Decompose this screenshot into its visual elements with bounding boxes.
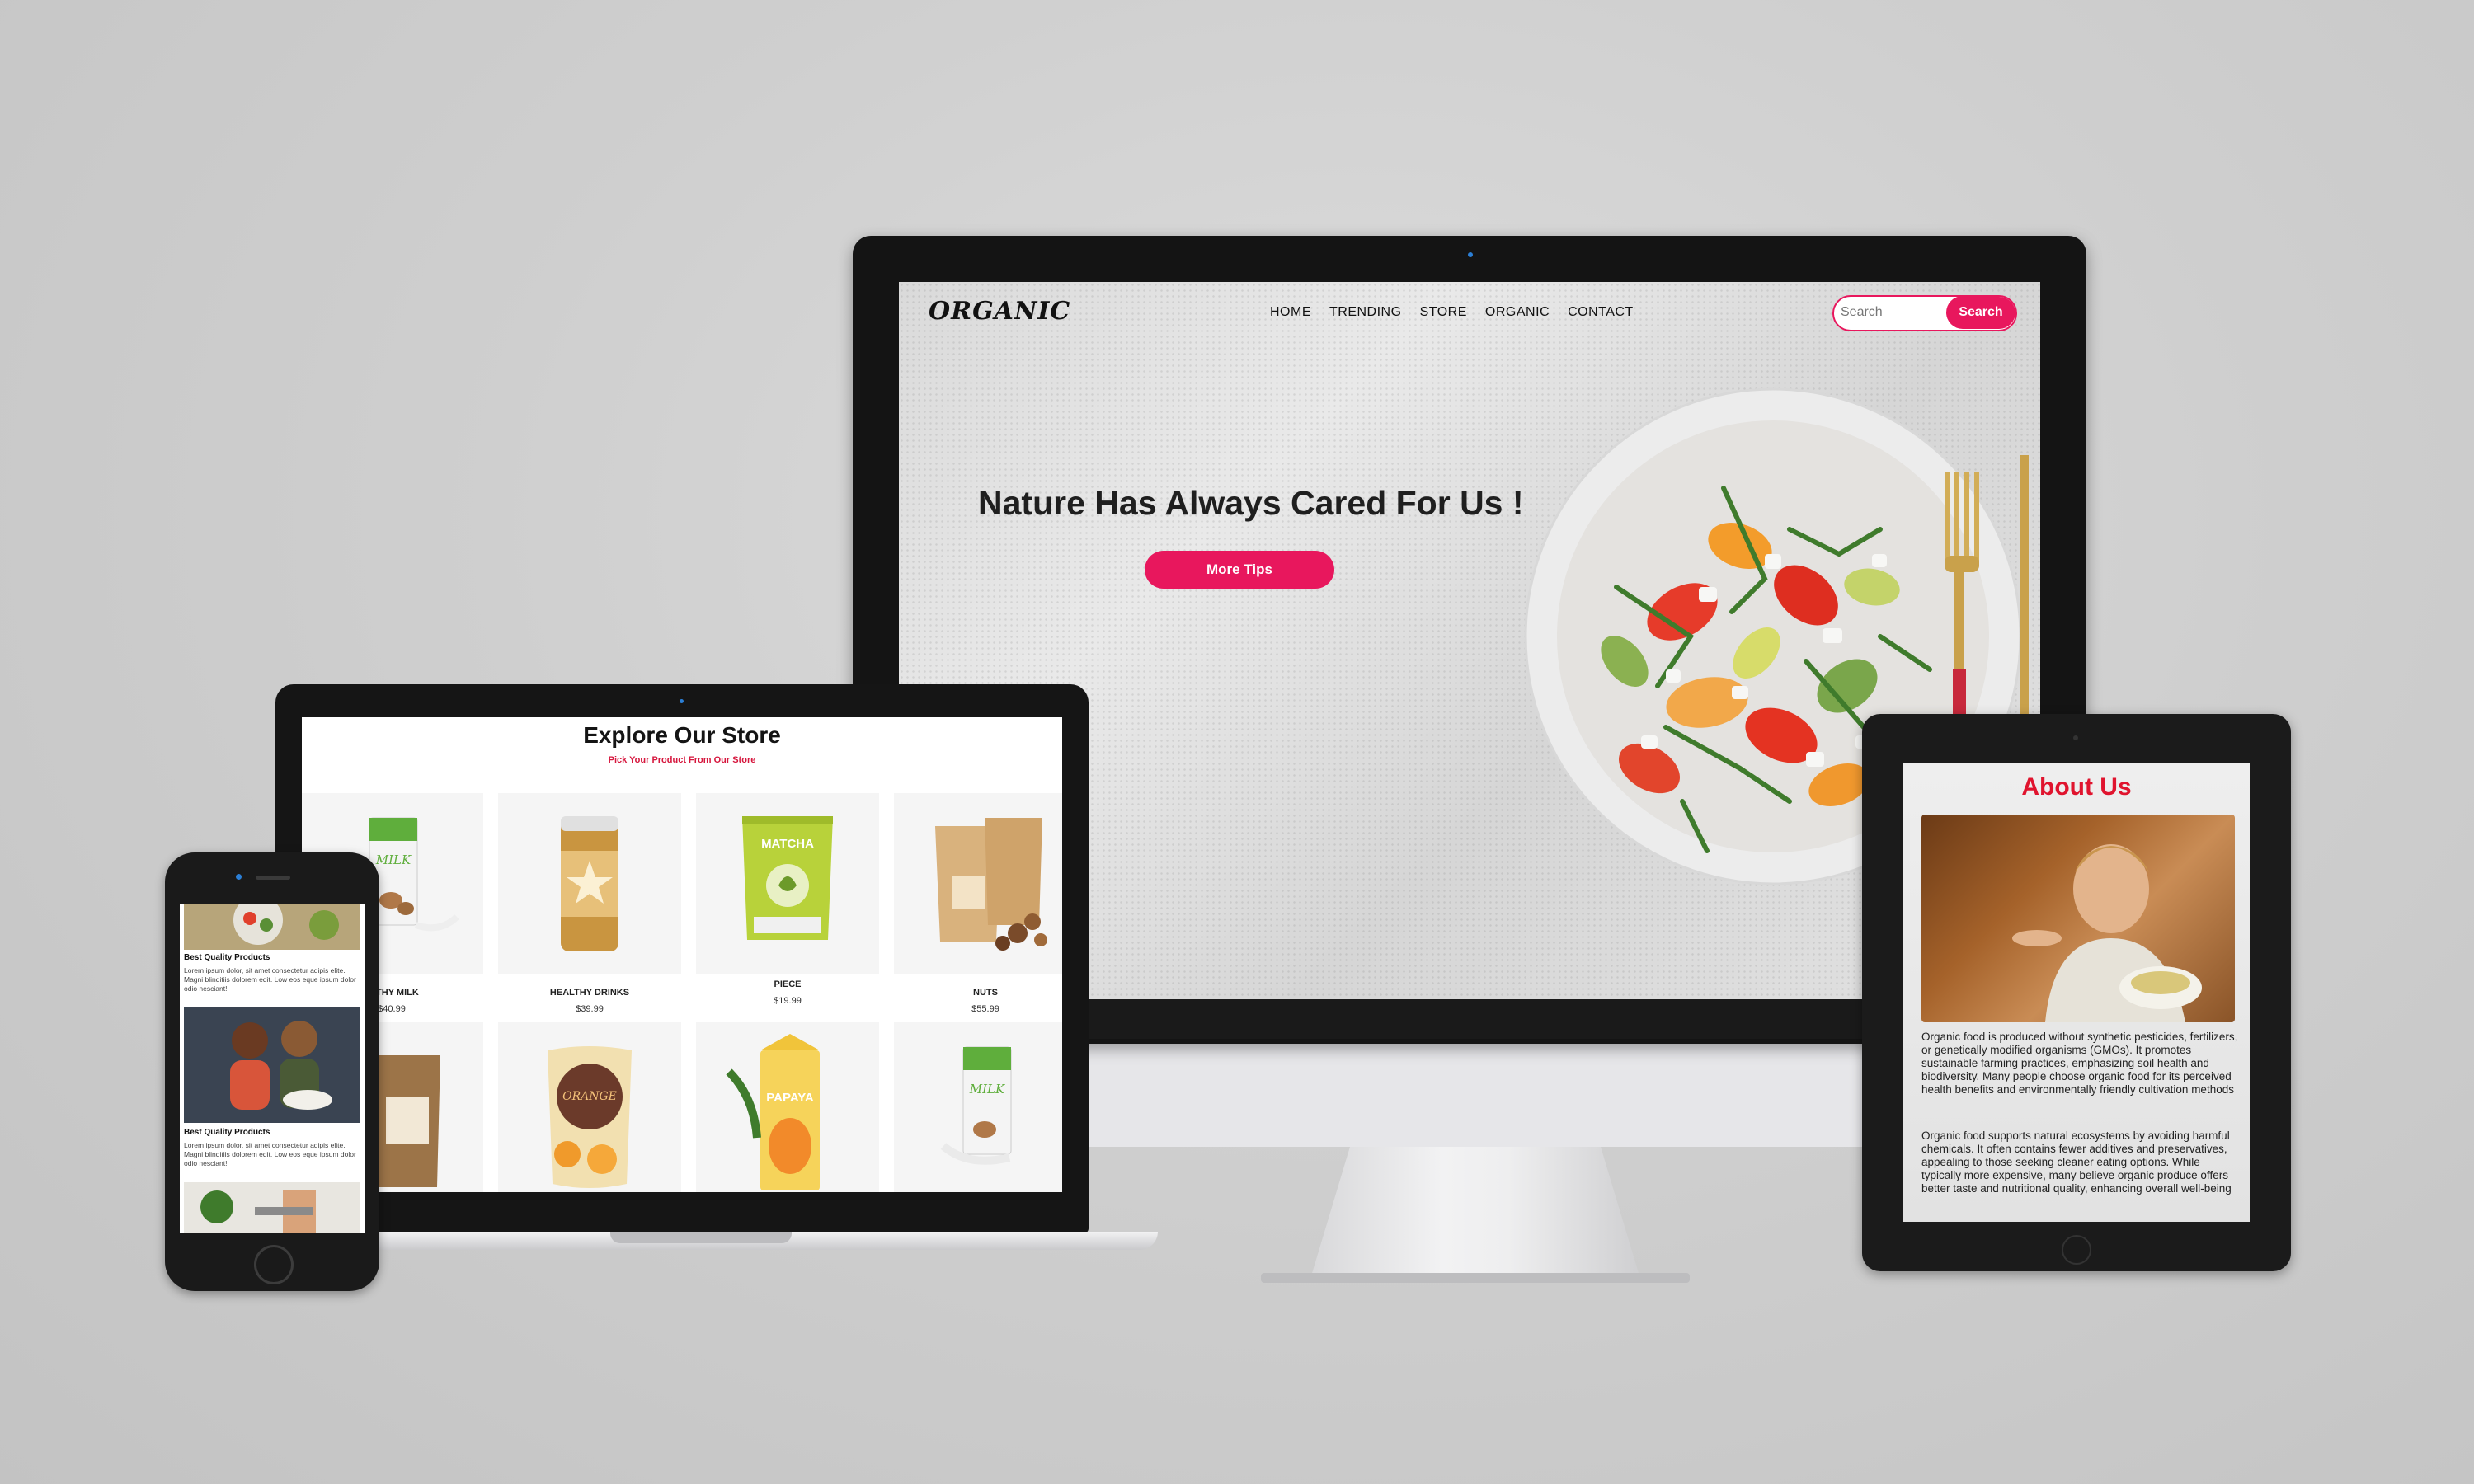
store-title: Explore Our Store bbox=[583, 722, 781, 748]
nav-contact[interactable]: CONTACT bbox=[1568, 305, 1634, 320]
search-bar: Search bbox=[1832, 295, 2017, 331]
hero-title: Nature Has Always Cared For Us ! bbox=[978, 484, 1524, 522]
product-card[interactable]: MILK bbox=[894, 1022, 1062, 1192]
nav-trending[interactable]: TRENDING bbox=[1329, 305, 1402, 320]
orange-snack-bag-icon: ORANGE bbox=[548, 1046, 632, 1188]
product-card[interactable]: PAPAYA bbox=[696, 1022, 879, 1192]
monitor-stand bbox=[1310, 1147, 1640, 1279]
product-price: $19.99 bbox=[774, 996, 802, 1006]
nuts-pouch-icon bbox=[935, 818, 1047, 951]
store-subtitle: Pick Your Product From Our Store bbox=[608, 755, 756, 765]
product-name: PIECE bbox=[774, 979, 802, 989]
nav-organic[interactable]: ORGANIC bbox=[1485, 305, 1550, 320]
about-paragraph: Organic food supports natural ecosystems… bbox=[1921, 1129, 2232, 1195]
search-button[interactable]: Search bbox=[1946, 297, 2015, 329]
card-heading: Best Quality Products bbox=[184, 953, 270, 962]
main-nav: HOME TRENDING STORE ORGANIC CONTACT bbox=[1270, 305, 1634, 320]
monitor-foot bbox=[1261, 1273, 1690, 1283]
svg-text:MATCHA: MATCHA bbox=[761, 837, 814, 851]
svg-text:MILK: MILK bbox=[375, 852, 412, 867]
home-button[interactable] bbox=[254, 1245, 294, 1284]
about-paragraph: Organic food is produced without synthet… bbox=[1921, 1031, 2238, 1096]
salad-photo bbox=[184, 904, 360, 950]
laptop-notch bbox=[610, 1232, 792, 1243]
card-text: Lorem ipsum dolor, sit amet consectetur … bbox=[184, 966, 356, 993]
card-heading: Best Quality Products bbox=[184, 1128, 270, 1137]
nav-home[interactable]: HOME bbox=[1270, 305, 1311, 320]
papaya-carton-icon: PAPAYA bbox=[726, 1034, 820, 1190]
product-price: $39.99 bbox=[576, 1004, 604, 1014]
laptop: Explore Our Store Pick Your Product From… bbox=[244, 684, 1183, 1270]
phone-screen: Best Quality Products Lorem ipsum dolor,… bbox=[180, 904, 365, 1233]
milk-carton-icon: MILK bbox=[940, 1046, 1012, 1165]
svg-text:ORANGE: ORANGE bbox=[562, 1090, 617, 1103]
about-page: About Us Organic food is produced withou… bbox=[1903, 763, 2250, 1222]
card-text: Lorem ipsum dolor, sit amet consectetur … bbox=[184, 1141, 356, 1167]
product-name: NUTS bbox=[973, 988, 998, 998]
site-logo[interactable]: ORGANIC bbox=[929, 297, 1070, 326]
home-button[interactable] bbox=[2062, 1235, 2091, 1265]
tablet: About Us Organic food is produced withou… bbox=[1862, 714, 2291, 1271]
camera-icon bbox=[680, 699, 684, 703]
matcha-pack-icon: MATCHA bbox=[742, 816, 833, 940]
cooking-photo bbox=[184, 1182, 360, 1233]
product-card[interactable]: ORANGE bbox=[498, 1022, 681, 1192]
product-name: HEALTHY DRINKS bbox=[549, 988, 630, 998]
camera-icon bbox=[2073, 735, 2078, 740]
product-card[interactable]: MATCHA bbox=[696, 793, 879, 974]
more-tips-button[interactable]: More Tips bbox=[1145, 551, 1334, 589]
svg-text:PAPAYA: PAPAYA bbox=[766, 1091, 814, 1105]
product-price: $55.99 bbox=[971, 1004, 999, 1014]
drink-can-icon bbox=[561, 816, 618, 951]
search-input[interactable] bbox=[1841, 297, 1948, 328]
phone: Best Quality Products Lorem ipsum dolor,… bbox=[165, 852, 379, 1291]
store-page: Explore Our Store Pick Your Product From… bbox=[302, 717, 1062, 1192]
camera-icon bbox=[1468, 252, 1473, 257]
product-card[interactable] bbox=[894, 793, 1062, 974]
speaker-icon bbox=[256, 876, 290, 880]
about-title: About Us bbox=[2021, 773, 2132, 801]
svg-text:MILK: MILK bbox=[969, 1082, 1005, 1097]
product-card[interactable] bbox=[498, 793, 681, 974]
camera-icon bbox=[236, 874, 242, 880]
woman-eating-photo bbox=[1921, 815, 2235, 1022]
nav-store[interactable]: STORE bbox=[1420, 305, 1467, 320]
friends-photo bbox=[184, 1007, 360, 1123]
